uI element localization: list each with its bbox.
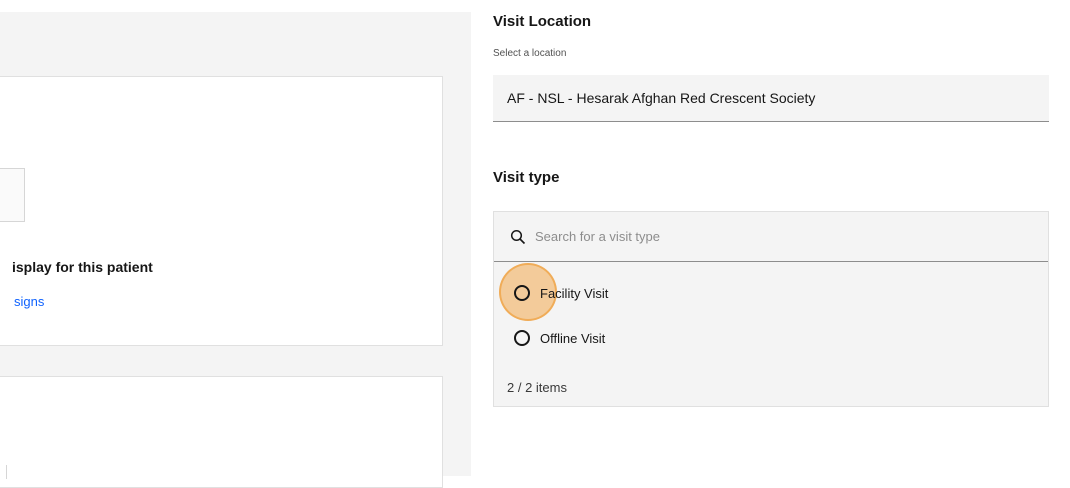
secondary-card — [0, 376, 443, 488]
visit-type-option-facility[interactable]: Facility Visit — [514, 285, 608, 301]
visit-type-option-label: Facility Visit — [540, 285, 609, 301]
empty-state-title: isplay for this patient — [12, 259, 153, 275]
search-icon — [510, 229, 526, 244]
visit-type-title: Visit type — [493, 169, 560, 186]
visit-location-select[interactable]: AF - NSL - Hesarak Afghan Red Crescent S… — [493, 75, 1049, 122]
visit-type-option-offline[interactable]: Offline Visit — [514, 330, 605, 346]
visit-type-panel: Search for a visit type Facility Visit O… — [493, 211, 1049, 407]
visit-location-value: AF - NSL - Hesarak Afghan Red Crescent S… — [507, 90, 816, 106]
visit-type-search[interactable]: Search for a visit type — [494, 212, 1048, 262]
empty-state-card: isplay for this patient signs — [0, 76, 443, 346]
visit-location-helper: Select a location — [493, 48, 567, 59]
visit-type-count: 2 / 2 items — [507, 380, 567, 395]
radio-icon[interactable] — [514, 285, 530, 301]
partial-field-edge — [0, 465, 7, 479]
visit-type-option-label: Offline Visit — [540, 330, 606, 346]
radio-icon[interactable] — [514, 330, 530, 346]
visit-location-title: Visit Location — [493, 13, 592, 30]
record-signs-link[interactable]: signs — [14, 294, 44, 309]
partial-input-field — [0, 168, 25, 222]
search-placeholder: Search for a visit type — [535, 229, 660, 244]
